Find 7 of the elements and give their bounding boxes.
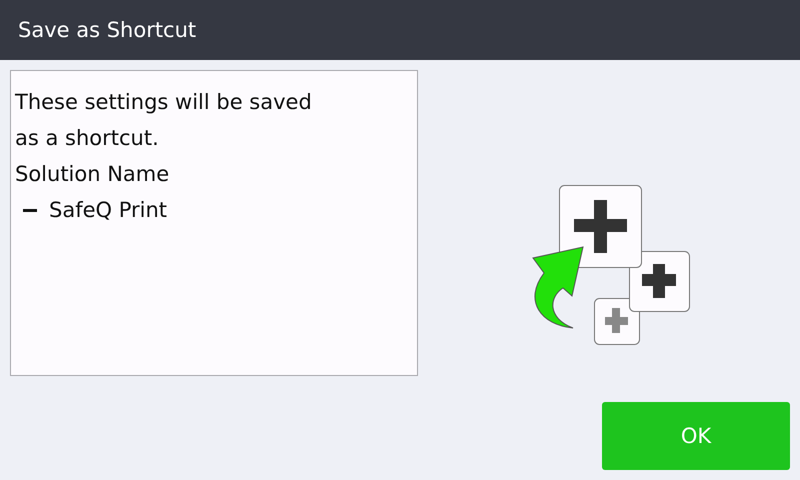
message-text: as a shortcut. [15,125,160,152]
solution-name: SafeQ Print [49,197,168,224]
window-title: Save as Shortcut [18,18,196,42]
message-text: Solution Name [15,161,170,188]
dash-icon [23,208,37,212]
ok-button[interactable]: OK [602,402,790,470]
message-text: These settings will be saved [15,89,313,116]
